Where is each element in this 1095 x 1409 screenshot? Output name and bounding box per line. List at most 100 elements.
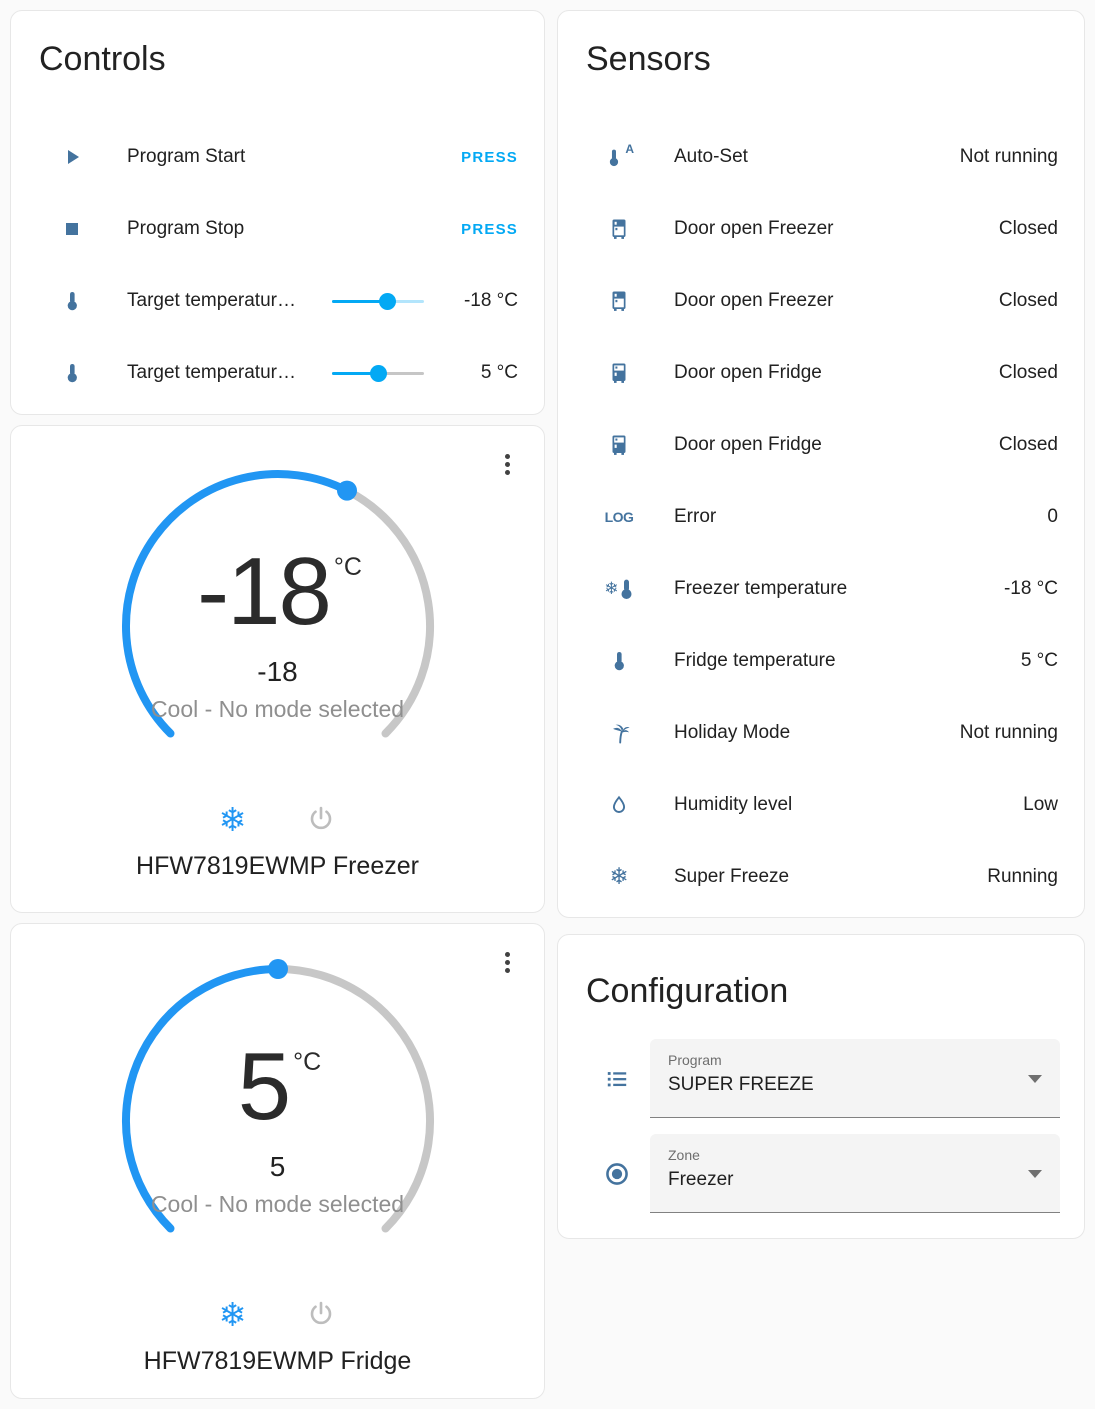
power-off-icon[interactable] — [306, 1299, 336, 1329]
sensor-label: Holiday Mode — [674, 722, 791, 743]
control-row-program-start: Program Start PRESS — [11, 121, 544, 193]
sensor-value: Running — [987, 866, 1058, 887]
sensor-value: Low — [1023, 794, 1058, 815]
dial-arc-active — [121, 965, 282, 1233]
slider-value: -18 °C — [463, 290, 518, 311]
select-label: Program — [668, 1052, 722, 1068]
hvac-mode-buttons: ❄ — [11, 800, 544, 838]
controls-card: Controls Program Start PRESS Program Sto… — [10, 10, 545, 415]
slider-knob[interactable] — [378, 292, 396, 310]
sensor-label: Door open Freezer — [674, 290, 834, 311]
palm-tree-icon — [604, 721, 634, 745]
control-label: Target temperatur… — [127, 290, 296, 311]
cool-mode-icon[interactable]: ❄ — [219, 803, 247, 836]
sensor-row-fridge-temperature[interactable]: Fridge temperature 5 °C — [558, 625, 1084, 697]
snowflake-icon: ❄ — [609, 863, 629, 890]
device-name: HFW7819EWMP Fridge — [143, 1347, 412, 1375]
sensor-value: Closed — [998, 362, 1058, 383]
press-button[interactable]: PRESS — [461, 221, 518, 238]
slider-value: 5 °C — [480, 362, 518, 383]
sensor-value: Closed — [998, 434, 1058, 455]
radiobox-marked-icon — [602, 1160, 632, 1188]
program-select[interactable]: Program SUPER FREEZE — [650, 1039, 1060, 1118]
fridge-thermostat-card: 5 °C 5 Cool - No mode selected ❄ HFW7819E… — [10, 923, 545, 1399]
sensor-row-humidity-level[interactable]: Humidity level Low — [558, 769, 1084, 841]
control-label: Program Start — [127, 146, 246, 167]
sensor-label: Door open Freezer — [674, 218, 834, 239]
log-icon: LOG — [604, 509, 634, 525]
snowflake-thermometer-icon: ❄ — [604, 578, 634, 600]
chevron-down-icon — [1028, 1170, 1042, 1178]
config-row-zone: Zone Freezer — [558, 1134, 1084, 1213]
sensor-value: Not running — [959, 722, 1058, 743]
target-temp-slider[interactable] — [332, 292, 424, 310]
dial-arc-rest — [342, 486, 434, 738]
fridge-bottom-icon — [604, 289, 634, 313]
sensor-row-door-open-freezer[interactable]: Door open Freezer Closed — [558, 193, 1084, 265]
sensor-label: Error — [674, 506, 717, 527]
more-options-icon[interactable] — [503, 950, 512, 975]
chevron-down-icon — [1028, 1075, 1042, 1083]
sensor-row-door-open-fridge[interactable]: Door open Fridge Closed — [558, 409, 1084, 481]
fridge-top-icon — [604, 361, 634, 385]
sensor-value: Closed — [998, 290, 1058, 311]
config-row-program: Program SUPER FREEZE — [558, 1039, 1084, 1118]
sensor-row-holiday-mode[interactable]: Holiday Mode Not running — [558, 697, 1084, 769]
water-drop-icon — [604, 793, 634, 817]
slider-knob[interactable] — [369, 364, 387, 382]
control-label: Program Stop — [127, 218, 245, 239]
fridge-dial: 5 °C 5 Cool - No mode selected — [108, 951, 448, 1291]
cool-mode-icon[interactable]: ❄ — [219, 1298, 247, 1331]
freezer-thermostat-card: -18 °C -18 Cool - No mode selected ❄ HFW7… — [10, 425, 545, 913]
select-label: Zone — [668, 1147, 700, 1163]
fridge-top-icon — [604, 433, 634, 457]
select-value: Freezer — [668, 1169, 734, 1190]
power-off-icon[interactable] — [306, 804, 336, 834]
sensor-label: Freezer temperature — [674, 578, 848, 599]
dial-arc-active — [121, 470, 351, 738]
hvac-mode-buttons: ❄ — [11, 1295, 544, 1333]
thermometer-icon — [57, 289, 87, 313]
sensor-label: Door open Fridge — [674, 434, 822, 455]
thermometer-auto-icon: A — [604, 142, 634, 169]
sensor-label: Door open Fridge — [674, 362, 822, 383]
dial-knob[interactable] — [336, 480, 357, 501]
sensor-row-auto-set[interactable]: A Auto-Set Not running — [558, 121, 1084, 193]
sensor-value: -18 °C — [1003, 578, 1058, 599]
sensor-value: 5 °C — [1020, 650, 1058, 671]
fridge-bottom-icon — [604, 217, 634, 241]
device-name: HFW7819EWMP Freezer — [136, 852, 419, 880]
card-title: Sensors — [586, 40, 711, 78]
sensors-card: Sensors A Auto-Set Not running Door open… — [557, 10, 1085, 918]
sensor-row-super-freeze[interactable]: ❄ Super Freeze Running — [558, 841, 1084, 913]
sensor-label: Super Freeze — [674, 866, 790, 887]
dashboard: Controls Program Start PRESS Program Sto… — [0, 0, 1095, 1409]
thermometer-icon — [57, 361, 87, 385]
play-icon — [57, 145, 87, 169]
stop-icon — [57, 217, 87, 241]
select-value: SUPER FREEZE — [668, 1074, 814, 1095]
control-row-target-temp-freezer: Target temperatur… -18 °C — [11, 265, 544, 337]
target-temp-slider[interactable] — [332, 364, 424, 382]
sensor-value: 0 — [1047, 506, 1058, 527]
sensor-row-freezer-temperature[interactable]: ❄ Freezer temperature -18 °C — [558, 553, 1084, 625]
control-row-target-temp-fridge: Target temperatur… 5 °C — [11, 337, 544, 409]
control-row-program-stop: Program Stop PRESS — [11, 193, 544, 265]
sensor-value: Closed — [998, 218, 1058, 239]
press-button[interactable]: PRESS — [461, 149, 518, 166]
card-title: Controls — [39, 40, 166, 78]
zone-select[interactable]: Zone Freezer — [650, 1134, 1060, 1213]
sensor-row-error[interactable]: LOG Error 0 — [558, 481, 1084, 553]
dial-arc-rest — [273, 965, 434, 1233]
sensor-label: Auto-Set — [674, 146, 748, 167]
thermometer-icon — [604, 649, 634, 673]
sensor-row-door-open-freezer[interactable]: Door open Freezer Closed — [558, 265, 1084, 337]
dial-knob[interactable] — [267, 959, 288, 979]
more-options-icon[interactable] — [503, 452, 512, 477]
sensor-label: Fridge temperature — [674, 650, 836, 671]
control-label: Target temperatur… — [127, 362, 296, 383]
configuration-card: Configuration Program SUPER FREEZE Zone … — [557, 934, 1085, 1239]
freezer-dial: -18 °C -18 Cool - No mode selected — [108, 456, 448, 796]
sensor-value: Not running — [959, 146, 1058, 167]
sensor-row-door-open-fridge[interactable]: Door open Fridge Closed — [558, 337, 1084, 409]
